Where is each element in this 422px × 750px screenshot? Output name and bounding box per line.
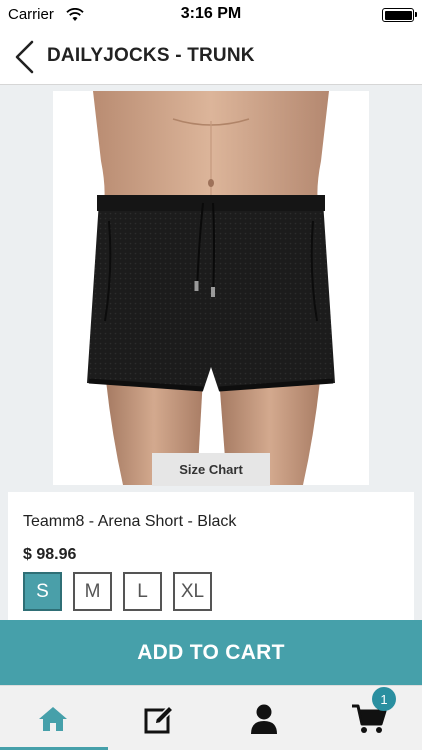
battery-icon — [382, 8, 417, 22]
status-bar: Carrier 3:16 PM — [0, 0, 422, 30]
user-icon — [250, 704, 277, 734]
back-button[interactable] — [12, 40, 36, 74]
size-option-l[interactable]: L — [123, 572, 162, 611]
edit-icon — [144, 704, 174, 733]
product-info-card: Teamm8 - Arena Short - Black $ 98.96 S M… — [8, 492, 414, 622]
battery-fill — [384, 10, 412, 20]
navigation-bar: DAILYJOCKS - TRUNK — [0, 30, 422, 85]
size-selector: S M L XL — [23, 572, 212, 611]
tab-edit[interactable] — [106, 686, 211, 750]
page-title: DAILYJOCKS - TRUNK — [47, 45, 255, 66]
black-mesh-shorts-photo — [53, 91, 369, 485]
product-image[interactable] — [53, 91, 369, 485]
tab-home[interactable] — [0, 686, 108, 750]
size-option-m[interactable]: M — [73, 572, 112, 611]
tab-bar — [0, 685, 422, 750]
tab-account[interactable] — [211, 686, 316, 750]
size-option-xl[interactable]: XL — [173, 572, 212, 611]
clock: 3:16 PM — [180, 5, 242, 22]
home-icon — [38, 706, 67, 731]
tab-cart[interactable] — [316, 686, 421, 750]
chevron-left-icon — [15, 40, 34, 74]
product-price: $ 98.96 — [23, 546, 77, 563]
size-chart-button[interactable]: Size Chart — [152, 453, 270, 486]
product-name: Teamm8 - Arena Short - Black — [23, 513, 237, 530]
cart-count-badge: 1 — [372, 687, 396, 711]
size-option-s[interactable]: S — [23, 572, 62, 611]
add-to-cart-button[interactable]: ADD TO CART — [0, 620, 422, 685]
